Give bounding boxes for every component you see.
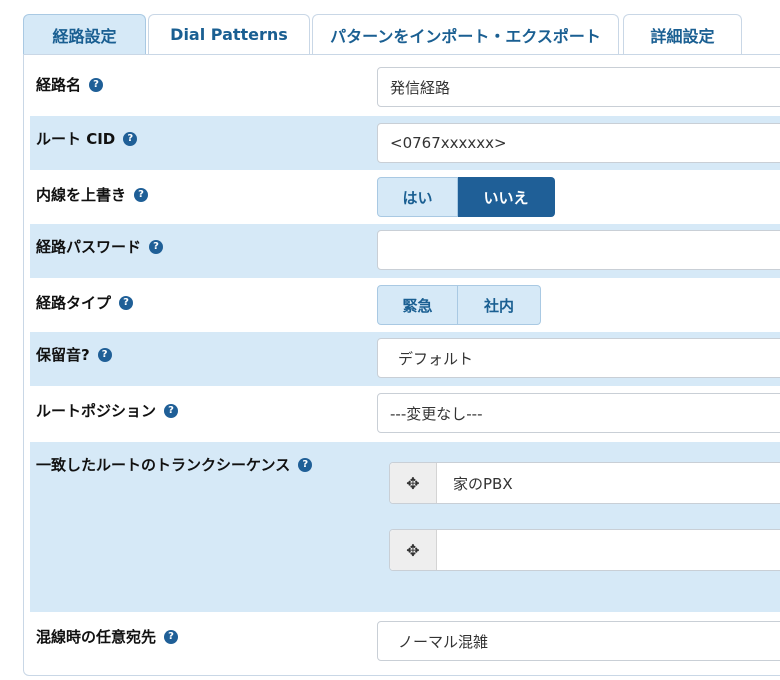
tab-route-settings[interactable]: 経路設定 [23, 14, 146, 55]
help-icon[interactable]: ? [149, 239, 164, 254]
move-arrows-icon[interactable]: ✥ [390, 530, 437, 570]
route-position-label-text: ルートポジション [36, 402, 157, 420]
trunk-sequence-label: 一致したルートのトランクシーケンス ? [36, 454, 313, 475]
route-name-label: 経路名 ? [36, 74, 104, 95]
route-cid-label: ルート CID ? [36, 128, 138, 149]
route-position-select[interactable]: ---変更なし--- [377, 393, 780, 433]
override-yes-button[interactable]: はい [377, 177, 458, 217]
route-name-input[interactable]: 発信経路 [377, 67, 780, 107]
row-music-on-hold: 保留音? ? デフォルト [30, 332, 780, 386]
route-position-label: ルートポジション ? [36, 400, 179, 421]
music-on-hold-label-text: 保留音? [36, 346, 90, 364]
route-type-label: 経路タイプ ? [36, 292, 134, 313]
row-route-cid: ルート CID ? <0767xxxxxx> [30, 116, 780, 170]
row-route-type: 経路タイプ ? 緊急 社内 [30, 280, 780, 332]
route-cid-label-text: ルート CID [36, 130, 116, 148]
row-route-password: 経路パスワード ? [30, 224, 780, 278]
route-password-label: 経路パスワード ? [36, 236, 164, 257]
trunk-sequence-label-text: 一致したルートのトランクシーケンス [36, 456, 291, 474]
tab-bar: 経路設定 Dial Patterns パターンをインポート・エクスポート 詳細設… [23, 14, 780, 55]
override-extension-toggle: はい いいえ [377, 177, 555, 217]
route-cid-input[interactable]: <0767xxxxxx> [377, 123, 780, 163]
trunk-sequence-item[interactable]: ✥ [389, 529, 780, 571]
route-password-input[interactable] [377, 230, 780, 270]
override-no-button[interactable]: いいえ [458, 177, 555, 217]
trunk-name: 家のPBX [453, 474, 513, 493]
row-congestion-destination: 混線時の任意宛先 ? ノーマル混雑 [30, 614, 780, 670]
help-icon[interactable]: ? [164, 403, 179, 418]
route-type-toggle: 緊急 社内 [377, 285, 541, 325]
help-icon[interactable]: ? [164, 629, 179, 644]
route-password-label-text: 経路パスワード [36, 238, 142, 256]
congestion-destination-label: 混線時の任意宛先 ? [36, 626, 179, 647]
tab-dial-patterns[interactable]: Dial Patterns [148, 14, 310, 54]
tab-import-export[interactable]: パターンをインポート・エクスポート [312, 14, 619, 54]
music-on-hold-label: 保留音? ? [36, 344, 112, 365]
route-type-label-text: 経路タイプ [36, 294, 112, 312]
row-route-name: 経路名 ? 発信経路 [30, 62, 780, 114]
row-override-extension: 内線を上書き ? はい いいえ [30, 172, 780, 224]
help-icon[interactable]: ? [119, 295, 134, 310]
route-name-label-text: 経路名 [36, 76, 82, 94]
help-icon[interactable]: ? [134, 187, 149, 202]
row-route-position: ルートポジション ? ---変更なし--- [30, 388, 780, 440]
help-icon[interactable]: ? [298, 457, 313, 472]
move-arrows-icon[interactable]: ✥ [390, 463, 437, 503]
row-trunk-sequence: 一致したルートのトランクシーケンス ? ✥ 家のPBX ✥ [30, 442, 780, 612]
congestion-destination-select[interactable]: ノーマル混雑 [377, 621, 780, 661]
tab-advanced-settings[interactable]: 詳細設定 [623, 14, 742, 54]
route-type-emergency-button[interactable]: 緊急 [377, 285, 458, 325]
help-icon[interactable]: ? [89, 77, 104, 92]
override-extension-label: 内線を上書き ? [36, 184, 149, 205]
music-on-hold-select[interactable]: デフォルト [377, 338, 780, 378]
help-icon[interactable]: ? [97, 347, 112, 362]
override-extension-label-text: 内線を上書き [36, 186, 127, 204]
route-type-intracompany-button[interactable]: 社内 [458, 285, 541, 325]
trunk-sequence-item[interactable]: ✥ 家のPBX [389, 462, 780, 504]
help-icon[interactable]: ? [123, 131, 138, 146]
congestion-destination-label-text: 混線時の任意宛先 [36, 628, 157, 646]
